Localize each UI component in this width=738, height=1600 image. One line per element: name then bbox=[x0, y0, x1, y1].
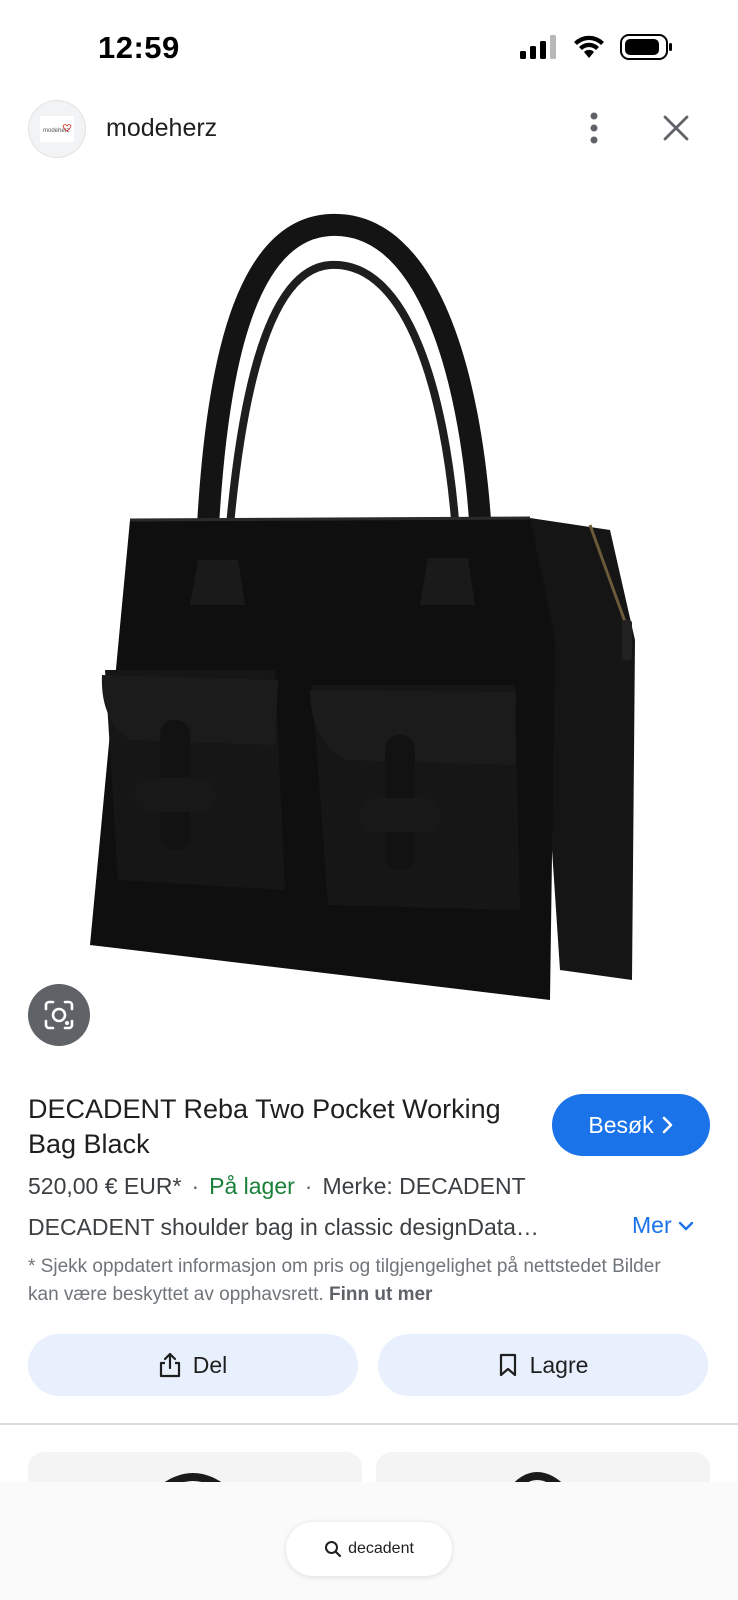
site-logo: modeherz bbox=[40, 116, 74, 142]
learn-more-link[interactable]: Finn ut mer bbox=[329, 1284, 432, 1305]
battery-icon bbox=[620, 34, 672, 60]
product-image[interactable] bbox=[60, 200, 690, 1030]
bookmark-icon bbox=[499, 1353, 516, 1377]
share-button[interactable]: Del bbox=[28, 1334, 358, 1396]
separator-dot: · bbox=[304, 1173, 313, 1199]
product-price: 520,00 € EUR* bbox=[28, 1173, 182, 1199]
site-favicon[interactable]: modeherz bbox=[28, 100, 86, 158]
site-name[interactable]: modeherz bbox=[106, 114, 217, 143]
wifi-icon bbox=[574, 35, 604, 58]
visit-button-label: Besøk bbox=[588, 1111, 654, 1138]
stock-status: På lager bbox=[209, 1173, 295, 1199]
separator-dot: · bbox=[191, 1173, 200, 1199]
close-button[interactable] bbox=[654, 106, 698, 150]
price-disclaimer: * Sjekk oppdatert informasjon om pris og… bbox=[28, 1253, 668, 1309]
product-meta: 520,00 € EUR* · På lager · Merke: DECADENT bbox=[28, 1173, 526, 1200]
search-query: decadent bbox=[348, 1540, 414, 1557]
product-brand: Merke: DECADENT bbox=[322, 1173, 526, 1199]
product-title[interactable]: DECADENT Reba Two Pocket Working Bag Bla… bbox=[28, 1092, 538, 1162]
svg-text:modeherz: modeherz bbox=[43, 128, 70, 134]
close-icon bbox=[663, 115, 689, 141]
cellular-signal-icon bbox=[520, 35, 556, 59]
share-icon bbox=[159, 1352, 180, 1378]
google-lens-button[interactable] bbox=[28, 984, 90, 1046]
more-button[interactable]: Mer bbox=[632, 1212, 694, 1239]
status-time: 12:59 bbox=[98, 30, 180, 65]
chevron-right-icon bbox=[662, 1116, 672, 1134]
lens-icon bbox=[44, 1000, 74, 1030]
visit-button[interactable]: Besøk bbox=[552, 1094, 710, 1156]
bottom-search-pill[interactable]: decadent bbox=[286, 1522, 452, 1576]
search-icon bbox=[325, 1541, 342, 1558]
status-bar: 12:59 bbox=[0, 0, 738, 96]
more-options-button[interactable] bbox=[572, 106, 616, 150]
share-label: Del bbox=[192, 1351, 228, 1378]
chevron-down-icon bbox=[678, 1221, 693, 1230]
divider bbox=[0, 1423, 738, 1425]
status-icons bbox=[520, 34, 674, 60]
result-header: modeherz modeherz bbox=[0, 96, 738, 162]
handbag-image bbox=[90, 213, 635, 1000]
product-description: DECADENT shoulder bag in classic designD… bbox=[28, 1214, 539, 1240]
save-button[interactable]: Lagre bbox=[378, 1334, 708, 1396]
more-label: Mer bbox=[632, 1212, 672, 1238]
save-label: Lagre bbox=[529, 1351, 589, 1378]
more-vert-icon bbox=[590, 112, 598, 144]
